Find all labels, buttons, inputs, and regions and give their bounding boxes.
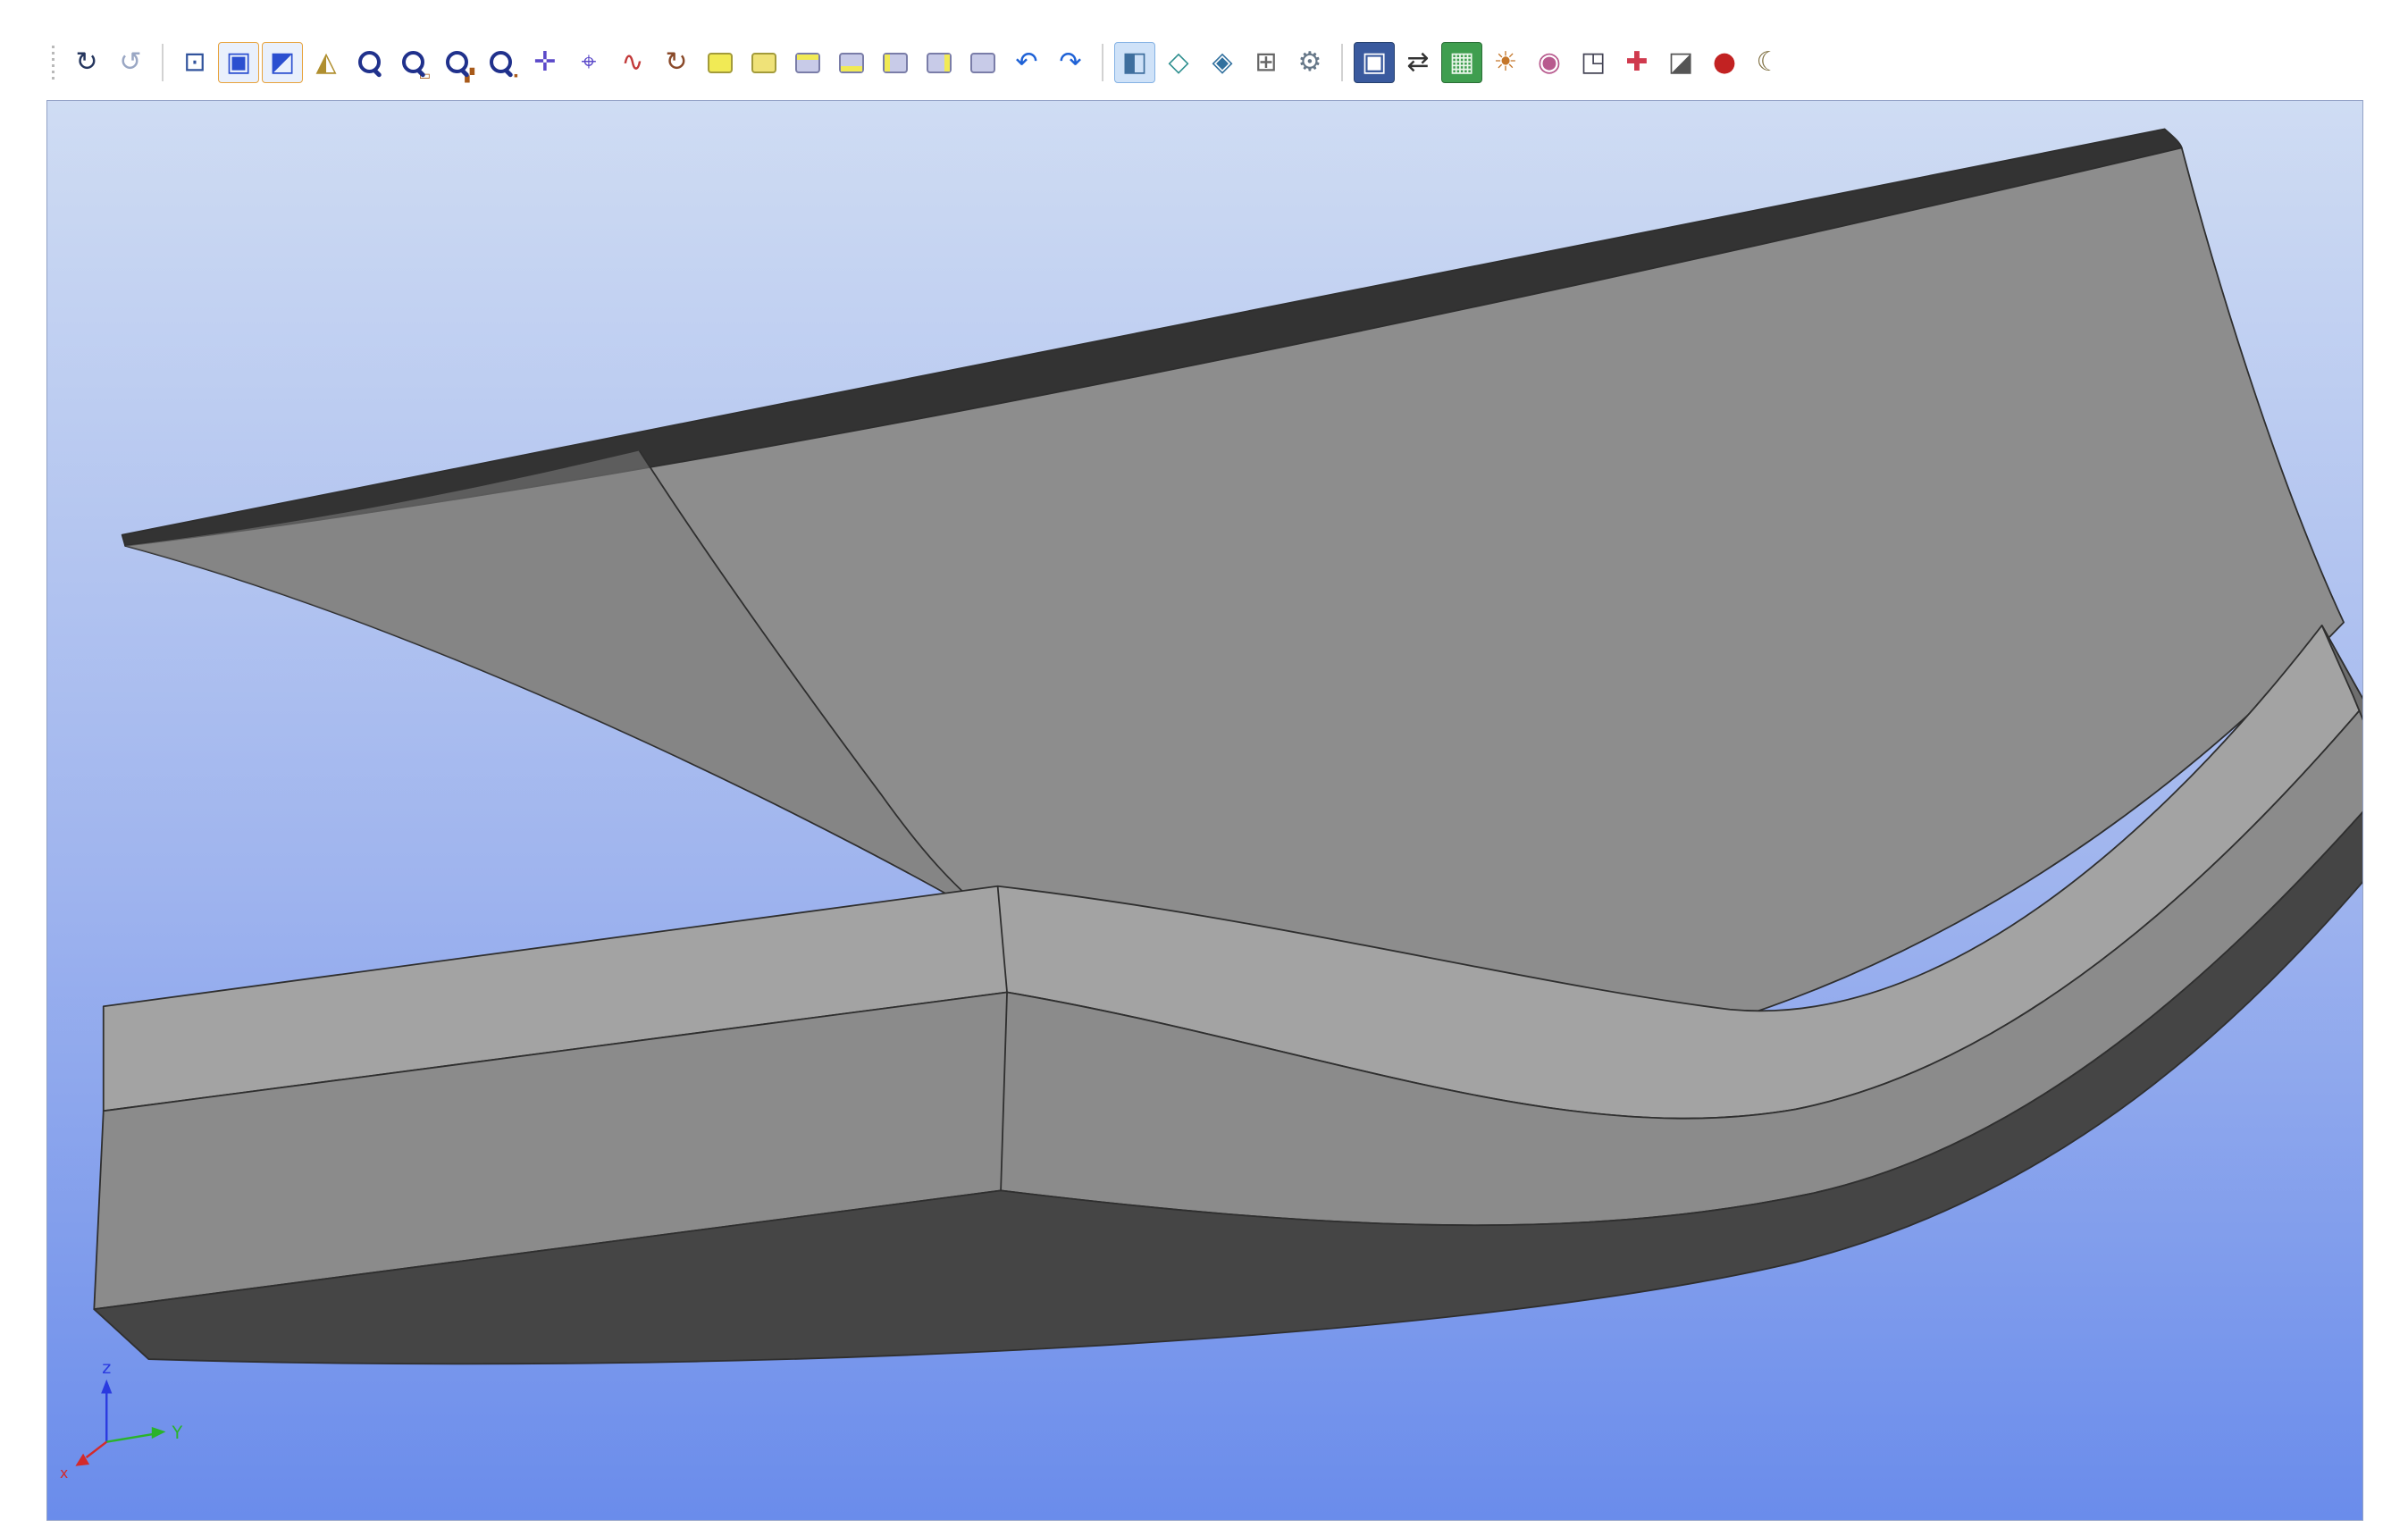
toolbar-separator <box>1341 44 1343 81</box>
background-image-button[interactable]: ▦ <box>1441 42 1482 83</box>
y-axis-label: Y <box>171 1423 182 1443</box>
right-view-button[interactable] <box>919 42 960 83</box>
bottom-view-button[interactable] <box>831 42 872 83</box>
stereo-mode-button[interactable]: ● <box>1704 42 1745 83</box>
wireframe-mode-icon: ◇ <box>1168 49 1188 76</box>
shading-mode-button[interactable]: ◧ <box>1114 42 1155 83</box>
scene-settings-button[interactable]: ⚙ <box>1289 42 1330 83</box>
pan-icon: ✛ <box>533 49 556 76</box>
front-view-button[interactable] <box>700 42 741 83</box>
global-pan-button[interactable]: ⌖ <box>568 42 609 83</box>
rotate-view-icon: ↻ <box>665 49 687 76</box>
back-view-button[interactable] <box>743 42 784 83</box>
shadow-mode-icon: ◉ <box>1538 49 1561 76</box>
background-image-icon: ▦ <box>1449 49 1474 76</box>
rotate-view-button[interactable]: ↻ <box>656 42 697 83</box>
rotation-mode-button[interactable]: ☾ <box>1748 42 1789 83</box>
stereo-mode-icon: ● <box>1713 49 1736 76</box>
shading-mode-icon: ◧ <box>1122 49 1147 76</box>
pan-button[interactable]: ✛ <box>524 42 566 83</box>
zoom-window-icon <box>400 49 427 76</box>
sub-shapes-icon: ◳ <box>1581 49 1606 76</box>
shading-with-edges-button[interactable]: ◈ <box>1202 42 1243 83</box>
change-rotation-point-button[interactable]: ∿ <box>612 42 653 83</box>
color-scale-button[interactable]: ✚ <box>1616 42 1657 83</box>
zoom-icon <box>357 49 383 76</box>
toolbar-grip[interactable] <box>50 46 56 80</box>
clipping-plane-button[interactable]: ◪ <box>1660 42 1701 83</box>
view-parameters-button[interactable]: ▣ <box>1354 42 1395 83</box>
shading-with-edges-icon: ◈ <box>1212 49 1232 76</box>
toolbar-separator <box>1102 44 1103 81</box>
viewport-canvas[interactable]: z Y x <box>47 101 2362 1520</box>
polygon-selection-button[interactable]: ◩ <box>262 42 303 83</box>
axial-scaling-button[interactable]: ⇄ <box>1397 42 1439 83</box>
orbit-alt-icon: ↺ <box>119 49 141 76</box>
interaction-style-button[interactable]: ⊡ <box>174 42 215 83</box>
undo-view-button[interactable]: ↶ <box>1006 42 1047 83</box>
z-axis-label: z <box>102 1357 111 1378</box>
undo-view-icon: ↶ <box>1015 49 1037 76</box>
top-view-button[interactable] <box>787 42 828 83</box>
left-view-button[interactable] <box>875 42 916 83</box>
orbit-button[interactable]: ↻ <box>66 42 107 83</box>
measure-tool-button[interactable]: ◭ <box>306 42 347 83</box>
3d-viewport[interactable]: z Y x <box>46 100 2363 1521</box>
wireframe-mode-button[interactable]: ◇ <box>1158 42 1199 83</box>
left-view-icon <box>883 53 908 73</box>
fit-area-button[interactable]: ▪ <box>481 42 522 83</box>
orbit-icon: ↻ <box>75 49 97 76</box>
isometric-view-icon <box>970 53 995 73</box>
x-axis-label: x <box>60 1465 68 1481</box>
redo-view-button[interactable]: ↷ <box>1050 42 1091 83</box>
fit-all-button[interactable]: ▞ <box>437 42 478 83</box>
fit-all-icon <box>444 49 471 76</box>
graduated-axes-button[interactable]: ⊞ <box>1246 42 1287 83</box>
rotation-mode-icon: ☾ <box>1757 49 1781 76</box>
toolbar-separator <box>162 44 164 81</box>
front-view-icon <box>708 53 733 73</box>
back-view-icon <box>751 53 776 73</box>
top-view-icon <box>795 53 820 73</box>
sub-shapes-button[interactable]: ◳ <box>1573 42 1614 83</box>
fit-area-icon <box>488 49 515 76</box>
interaction-style-icon: ⊡ <box>183 49 206 76</box>
graduated-axes-icon: ⊞ <box>1254 49 1277 76</box>
main-toolbar: ↻ ↺ ⊡ ▣ ◩ ◭ ▭▞▪ ✛ ⌖ ∿ ↻ ↶ ↷ ◧ ◇ ◈ ⊞ ⚙ ▣ ⇄ ▦ ☀ ◉ ◳ ✚ ◪ ● ☾ <box>50 38 1789 88</box>
rectangle-selection-button[interactable]: ▣ <box>218 42 259 83</box>
color-scale-icon: ✚ <box>1625 49 1648 76</box>
rectangle-selection-icon: ▣ <box>226 49 251 76</box>
right-view-icon <box>927 53 952 73</box>
clipping-plane-icon: ◪ <box>1668 49 1693 76</box>
redo-view-icon: ↷ <box>1059 49 1081 76</box>
global-pan-icon: ⌖ <box>582 49 597 76</box>
zoom-window-button[interactable]: ▭ <box>393 42 434 83</box>
scene-settings-icon: ⚙ <box>1298 49 1322 76</box>
view-parameters-icon: ▣ <box>1362 49 1387 76</box>
change-rotation-point-icon: ∿ <box>621 49 643 76</box>
light-source-icon: ☀ <box>1494 49 1518 76</box>
light-source-button[interactable]: ☀ <box>1485 42 1526 83</box>
bottom-view-icon <box>839 53 864 73</box>
shadow-mode-button[interactable]: ◉ <box>1529 42 1570 83</box>
axial-scaling-icon: ⇄ <box>1406 49 1429 76</box>
measure-tool-icon: ◭ <box>315 49 336 76</box>
zoom-button[interactable] <box>349 42 390 83</box>
isometric-view-button[interactable] <box>962 42 1003 83</box>
orbit-alt-button[interactable]: ↺ <box>110 42 151 83</box>
polygon-selection-icon: ◩ <box>270 49 295 76</box>
